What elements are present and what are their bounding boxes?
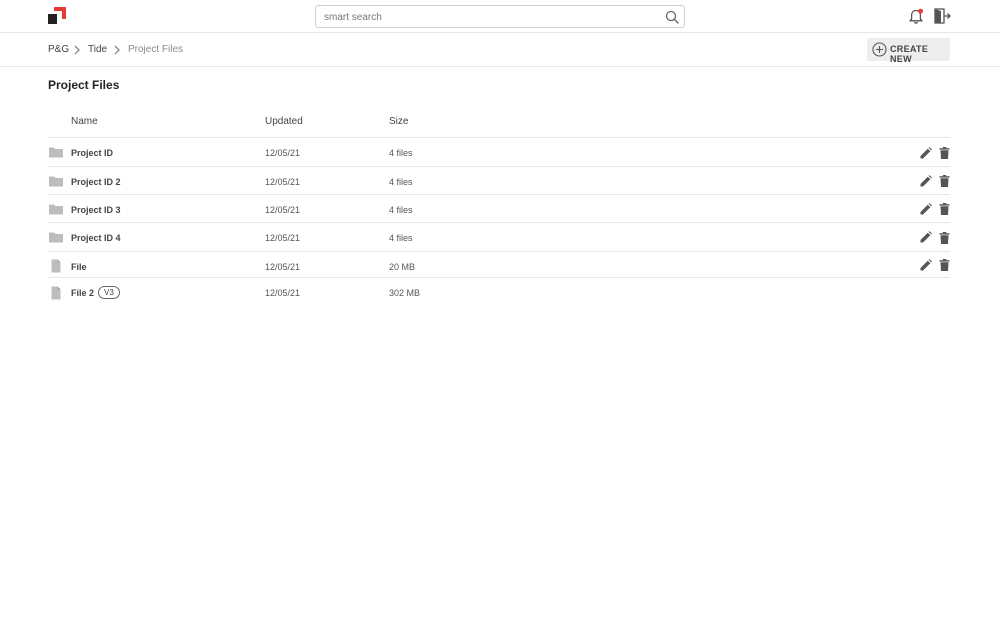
app-logo-icon[interactable]: [48, 7, 66, 24]
row-size: 4 files: [389, 233, 413, 243]
edit-icon[interactable]: [920, 147, 932, 159]
row-updated: 12/05/21: [265, 233, 301, 243]
search-box: [315, 5, 685, 28]
table-row[interactable]: Project ID 3 12/05/21 4 files: [48, 195, 950, 223]
delete-icon[interactable]: [939, 259, 950, 271]
file-icon: [51, 286, 61, 300]
table-row[interactable]: Project ID 12/05/21 4 files: [48, 138, 950, 167]
folder-icon: [49, 176, 63, 187]
table-row[interactable]: Project ID 2 12/05/21 4 files: [48, 167, 950, 195]
folder-icon: [49, 232, 63, 243]
breadcrumb-item-current: Project Files: [128, 44, 184, 55]
folder-icon: [49, 147, 63, 158]
row-updated: 12/05/21: [265, 148, 301, 158]
column-header-name[interactable]: Name: [71, 116, 98, 127]
file-icon: [51, 259, 61, 273]
row-size: 20 MB: [389, 262, 416, 272]
row-name[interactable]: Project ID: [71, 148, 113, 158]
folder-icon: [49, 204, 63, 215]
row-size: 4 files: [389, 177, 413, 187]
delete-icon[interactable]: [939, 175, 950, 187]
delete-icon[interactable]: [939, 203, 950, 215]
table-row[interactable]: File 12/05/21 20 MB: [48, 252, 950, 278]
delete-icon[interactable]: [939, 147, 950, 159]
search-icon[interactable]: [665, 10, 679, 24]
delete-icon[interactable]: [939, 232, 950, 244]
row-name[interactable]: Project ID 2: [71, 177, 121, 187]
notification-dot: [918, 8, 923, 14]
chevron-right-icon: [74, 45, 80, 55]
row-name[interactable]: Project ID 4: [71, 233, 121, 243]
table-row[interactable]: Project ID 4 12/05/21 4 files: [48, 223, 950, 252]
row-updated: 12/05/21: [265, 288, 301, 298]
row-name[interactable]: File: [71, 262, 87, 272]
row-size: 4 files: [389, 148, 413, 158]
edit-icon[interactable]: [920, 259, 932, 271]
row-name[interactable]: Project ID 3: [71, 205, 121, 215]
row-size: 4 files: [389, 205, 413, 215]
breadcrumb-item-pg[interactable]: P&G: [48, 44, 69, 55]
version-badge[interactable]: V3: [98, 286, 120, 299]
row-size: 302 MB: [389, 288, 421, 298]
notification-bell-icon[interactable]: [908, 8, 924, 25]
column-header-updated[interactable]: Updated: [265, 116, 303, 127]
create-new-label: CREATE NEW: [890, 44, 929, 64]
create-new-button[interactable]: CREATE NEW: [867, 38, 950, 64]
edit-icon[interactable]: [920, 203, 932, 215]
add-circle-icon: [872, 42, 887, 57]
row-updated: 12/05/21: [265, 205, 301, 215]
row-name[interactable]: File 2: [71, 288, 94, 298]
column-header-size[interactable]: Size: [389, 116, 408, 127]
breadcrumb-bar: P&G Tide Project Files CREATE NEW: [0, 33, 1000, 67]
page-title: Project Files: [48, 78, 120, 92]
edit-icon[interactable]: [920, 175, 932, 187]
top-bar: [0, 0, 1000, 33]
logout-icon[interactable]: [934, 8, 951, 24]
row-updated: 12/05/21: [265, 177, 301, 187]
row-updated: 12/05/21: [265, 262, 301, 272]
table-header: Name Updated Size: [48, 108, 950, 138]
search-input[interactable]: [324, 9, 654, 25]
table-row[interactable]: File 2 V3 12/05/21 302 MB: [48, 278, 950, 306]
breadcrumb-item-tide[interactable]: Tide: [88, 44, 107, 55]
chevron-right-icon: [114, 45, 120, 55]
edit-icon[interactable]: [920, 231, 932, 243]
